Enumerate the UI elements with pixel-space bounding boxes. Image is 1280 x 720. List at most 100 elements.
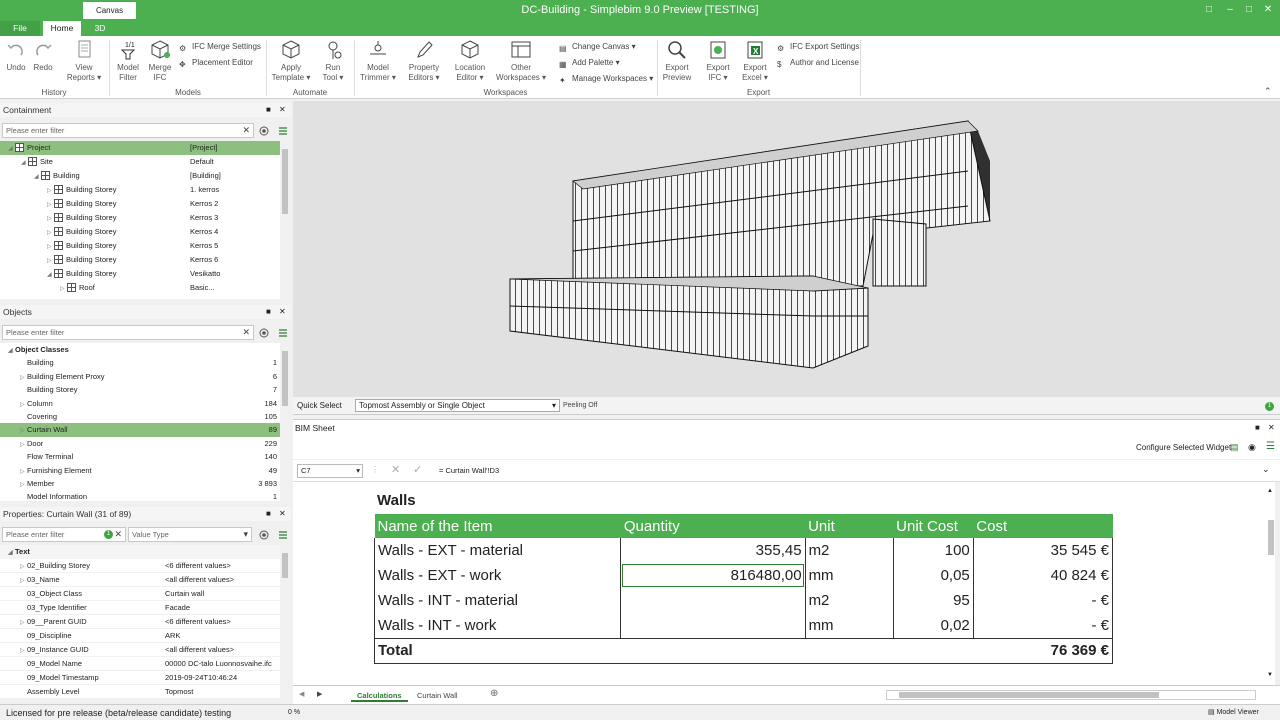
scroll-thumb[interactable] [1268, 520, 1274, 555]
notification-badge[interactable]: 1 [1265, 402, 1274, 411]
menu-icon[interactable] [278, 328, 288, 338]
minimize-icon[interactable]: – [1222, 3, 1238, 17]
close-panel-icon[interactable]: ✕ [279, 305, 286, 319]
table-cell[interactable] [620, 588, 806, 613]
expand-icon[interactable]: ▷ [20, 560, 27, 574]
table-cell[interactable]: Walls - EXT - material [373, 538, 621, 563]
expand-icon[interactable]: ▷ [20, 574, 27, 588]
table-cell[interactable] [620, 637, 806, 664]
table-cell[interactable] [893, 637, 974, 664]
table-cell[interactable]: Walls - INT - work [373, 613, 621, 638]
object-class-row[interactable]: ▷ Door 229 [0, 437, 280, 451]
column-header[interactable]: Unit [805, 514, 894, 538]
close-panel-icon[interactable]: ✕ [279, 507, 286, 521]
maximize-icon[interactable]: □ [1241, 3, 1257, 17]
expand-icon[interactable]: ▷ [47, 240, 54, 254]
float-icon[interactable]: ■ [266, 103, 271, 117]
context-tab-canvas[interactable]: Canvas [83, 2, 136, 19]
tree-row[interactable]: ◢ Building Storey Vesikatto [0, 267, 280, 281]
target-icon[interactable] [259, 328, 269, 338]
property-row[interactable]: 03_Object Class Curtain wall [0, 587, 280, 601]
view-reports-button[interactable]: View Reports ▾ [66, 40, 102, 83]
manage-workspaces-button[interactable]: ✦ Manage Workspaces ▾ [559, 74, 653, 86]
scroll-down-icon[interactable]: ▼ [1267, 672, 1273, 678]
section-text[interactable]: ◢ Text [0, 545, 280, 559]
property-row[interactable]: 09_Model Name 00000 DC-talo Luonnosvaihe.… [0, 657, 280, 671]
next-sheet-icon[interactable]: ▶ [317, 690, 322, 698]
configure-widget-button[interactable]: Configure Selected Widget [1136, 443, 1231, 452]
cancel-icon[interactable]: ✕ [391, 463, 400, 476]
tree-row[interactable]: ▷ Building Storey Kerros 2 [0, 197, 280, 211]
property-editors-button[interactable]: Property Editors ▾ [403, 40, 445, 83]
export-preview-button[interactable]: Export Preview [661, 40, 693, 83]
close-icon[interactable]: ✕ [1260, 3, 1276, 17]
table-cell[interactable]: 0,05 [892, 563, 974, 588]
tab-file[interactable]: File [0, 21, 40, 36]
property-row[interactable]: Assembly Level Topmost [0, 685, 280, 698]
properties-scrollbar[interactable] [281, 545, 289, 698]
expand-icon[interactable]: ◢ [8, 546, 15, 560]
tree-row[interactable]: ◢ Building [Building] [0, 169, 280, 183]
spreadsheet-area[interactable]: Walls Name of the Item Quantity Unit Unit C… [293, 482, 1267, 685]
target-icon[interactable]: ◉ [1248, 442, 1256, 453]
formula-input[interactable]: = Curtain Wall'!D3 [439, 466, 499, 475]
add-palette-button[interactable]: ▦ Add Palette ▾ [559, 58, 620, 70]
scroll-thumb[interactable] [282, 351, 288, 406]
expand-icon[interactable]: ▷ [47, 198, 54, 212]
column-header[interactable]: Name of the Item [374, 514, 621, 538]
tree-row[interactable]: ▷ Roof Basic... [0, 281, 280, 295]
expand-icon[interactable]: ◢ [34, 170, 41, 184]
property-row[interactable]: ▷ 09_Instance GUID <all different values> [0, 643, 280, 657]
expand-icon[interactable]: ▷ [47, 212, 54, 226]
confirm-icon[interactable]: ✓ [413, 463, 422, 476]
sheet-hscrollbar[interactable] [886, 690, 1256, 700]
property-row[interactable]: 03_Type Identifier Facade [0, 601, 280, 615]
tree-row[interactable]: ▷ Building Storey Kerros 5 [0, 239, 280, 253]
ifc-export-settings-button[interactable]: ⚙ IFC Export Settings [777, 42, 859, 54]
merge-ifc-button[interactable]: Merge IFC [145, 40, 175, 83]
object-class-row[interactable]: ▷ Curtain Wall 89 [0, 423, 280, 438]
clear-filter-icon[interactable]: ✕ [114, 528, 122, 541]
scroll-thumb[interactable] [282, 149, 288, 214]
column-header[interactable]: Quantity [620, 514, 806, 538]
3d-canvas[interactable] [293, 101, 1280, 397]
property-row[interactable]: 09_Model Timestamp 2019-09-24T10:46:24 [0, 671, 280, 685]
table-cell[interactable]: Walls - INT - material [373, 588, 621, 613]
properties-filter-input[interactable]: Please enter filter 1 ✕ [2, 527, 126, 542]
expand-icon[interactable]: ◢ [8, 142, 15, 156]
apply-template-button[interactable]: Apply Template ▾ [270, 40, 312, 83]
save-icon[interactable]: ▤ [1230, 442, 1239, 453]
object-class-row[interactable]: Building Storey 7 [0, 383, 280, 397]
tree-row[interactable]: ▷ Building Storey Kerros 4 [0, 225, 280, 239]
object-class-row[interactable]: ▷ Furnishing Element 49 [0, 464, 280, 478]
model-trimmer-button[interactable]: Model Trimmer ▾ [358, 40, 398, 83]
table-cell[interactable]: 355,45 [620, 538, 806, 563]
table-cell[interactable]: m2 [804, 538, 894, 563]
close-panel-icon[interactable]: ✕ [279, 103, 286, 117]
sheet-vscrollbar[interactable]: ▲ ▼ [1267, 482, 1275, 685]
objects-scrollbar[interactable] [281, 343, 289, 501]
containment-scrollbar[interactable] [281, 141, 289, 299]
table-cell[interactable] [805, 637, 894, 664]
tree-row[interactable]: ◢ Project [Project] [0, 141, 280, 155]
expand-icon[interactable]: ◢ [47, 268, 54, 282]
table-cell[interactable] [620, 613, 806, 638]
expand-icon[interactable]: ▷ [20, 616, 27, 630]
float-icon[interactable]: ■ [266, 507, 271, 521]
expand-icon[interactable]: ▷ [60, 282, 67, 296]
change-canvas-button[interactable]: ▤ Change Canvas ▾ [559, 42, 636, 54]
expand-icon[interactable]: ▷ [47, 254, 54, 268]
table-cell[interactable]: 0,02 [892, 613, 974, 638]
table-cell[interactable]: - € [972, 613, 1114, 638]
undo-button[interactable]: Undo [4, 40, 28, 73]
table-cell[interactable]: m2 [804, 588, 894, 613]
object-class-row[interactable]: ▷ Column 184 [0, 397, 280, 411]
tab-home[interactable]: Home [43, 21, 81, 36]
object-class-row[interactable]: ▷ Member 3 893 [0, 477, 280, 491]
collapse-ribbon-icon[interactable]: ⌃ [1264, 86, 1272, 97]
object-class-row[interactable]: ▷ Building Element Proxy 6 [0, 370, 280, 384]
object-class-row[interactable]: Flow Terminal 140 [0, 450, 280, 464]
table-cell[interactable]: mm [804, 563, 894, 588]
sheet-tab-calculations[interactable]: Calculations [351, 689, 408, 702]
expand-icon[interactable]: ◢ [21, 156, 28, 170]
